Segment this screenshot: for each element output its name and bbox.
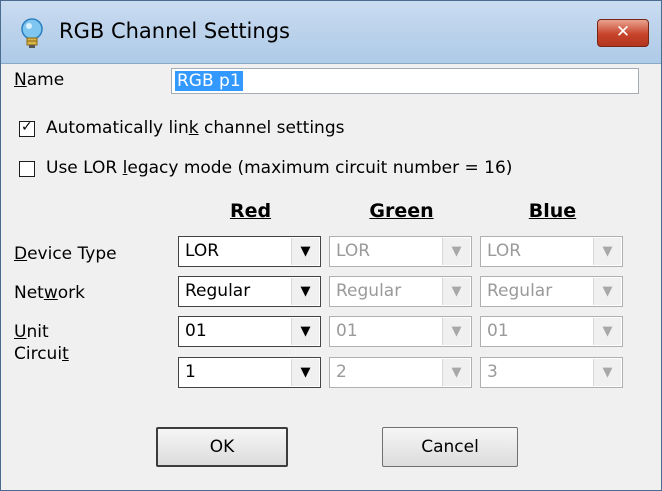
close-button[interactable]: ✕ xyxy=(597,19,649,47)
dropdown-arrow-icon[interactable]: ▼ xyxy=(291,318,319,345)
lightbulb-icon xyxy=(21,18,43,48)
cancel-button[interactable]: Cancel xyxy=(382,427,518,467)
window-title: RGB Channel Settings xyxy=(59,19,290,43)
circuit-red-select[interactable]: 1 ▼ xyxy=(178,357,321,388)
network-blue-select: Regular ▼ xyxy=(480,276,623,307)
circuit-label: Circuit xyxy=(14,344,69,364)
auto-link-label[interactable]: Automatically link channel settings xyxy=(46,118,344,138)
dropdown-arrow-icon: ▼ xyxy=(442,278,470,305)
network-red-select[interactable]: Regular ▼ xyxy=(178,276,321,307)
network-red-value: Regular xyxy=(185,281,251,301)
dialog-body: Name RGB p1 ✓ Automatically link channel… xyxy=(8,64,654,483)
circuit-green-value: 2 xyxy=(336,362,347,382)
dropdown-arrow-icon[interactable]: ▼ xyxy=(291,278,319,305)
dropdown-arrow-icon[interactable]: ▼ xyxy=(291,359,319,386)
device-type-green-value: LOR xyxy=(336,241,371,261)
network-label: Network xyxy=(14,283,85,303)
ok-button[interactable]: OK xyxy=(156,427,288,467)
unit-label: Unit xyxy=(14,322,49,342)
circuit-red-value: 1 xyxy=(185,362,196,382)
dropdown-arrow-icon: ▼ xyxy=(593,278,621,305)
circuit-blue-select: 3 ▼ xyxy=(480,357,623,388)
name-input[interactable]: RGB p1 xyxy=(171,68,639,94)
unit-blue-value: 01 xyxy=(487,321,509,341)
dropdown-arrow-icon[interactable]: ▼ xyxy=(291,238,319,265)
device-type-red-value: LOR xyxy=(185,241,220,261)
title-bar[interactable]: RGB Channel Settings ✕ xyxy=(1,1,661,64)
unit-red-select[interactable]: 01 ▼ xyxy=(178,316,321,347)
unit-green-select: 01 ▼ xyxy=(329,316,472,347)
dropdown-arrow-icon: ▼ xyxy=(442,318,470,345)
network-green-select: Regular ▼ xyxy=(329,276,472,307)
name-label-mnemonic: N xyxy=(14,70,27,90)
device-type-green-select: LOR ▼ xyxy=(329,236,472,267)
network-green-value: Regular xyxy=(336,281,402,301)
circuit-green-select: 2 ▼ xyxy=(329,357,472,388)
column-header-green: Green xyxy=(369,200,434,222)
rgb-channel-settings-dialog: RGB Channel Settings ✕ Name RGB p1 ✓ Aut… xyxy=(0,0,662,491)
device-type-blue-value: LOR xyxy=(487,241,522,261)
column-header-blue: Blue xyxy=(528,200,577,222)
circuit-blue-value: 3 xyxy=(487,362,498,382)
dropdown-arrow-icon: ▼ xyxy=(593,318,621,345)
checkmark-icon: ✓ xyxy=(21,119,33,135)
name-label: Name xyxy=(14,70,64,90)
unit-red-value: 01 xyxy=(185,321,207,341)
dropdown-arrow-icon: ▼ xyxy=(593,238,621,265)
close-icon: ✕ xyxy=(615,22,631,42)
device-type-red-select[interactable]: LOR ▼ xyxy=(178,236,321,267)
unit-green-value: 01 xyxy=(336,321,358,341)
dropdown-arrow-icon: ▼ xyxy=(593,359,621,386)
network-blue-value: Regular xyxy=(487,281,553,301)
unit-blue-select: 01 ▼ xyxy=(480,316,623,347)
device-type-label: Device Type xyxy=(14,244,117,264)
device-type-blue-select: LOR ▼ xyxy=(480,236,623,267)
name-input-value: RGB p1 xyxy=(175,71,243,91)
legacy-mode-label[interactable]: Use LOR legacy mode (maximum circuit num… xyxy=(46,158,512,178)
auto-link-checkbox[interactable]: ✓ xyxy=(19,119,35,137)
dropdown-arrow-icon: ▼ xyxy=(442,359,470,386)
legacy-mode-checkbox[interactable] xyxy=(19,161,35,177)
dropdown-arrow-icon: ▼ xyxy=(442,238,470,265)
name-label-rest: ame xyxy=(26,70,65,90)
column-header-red: Red xyxy=(229,200,272,222)
